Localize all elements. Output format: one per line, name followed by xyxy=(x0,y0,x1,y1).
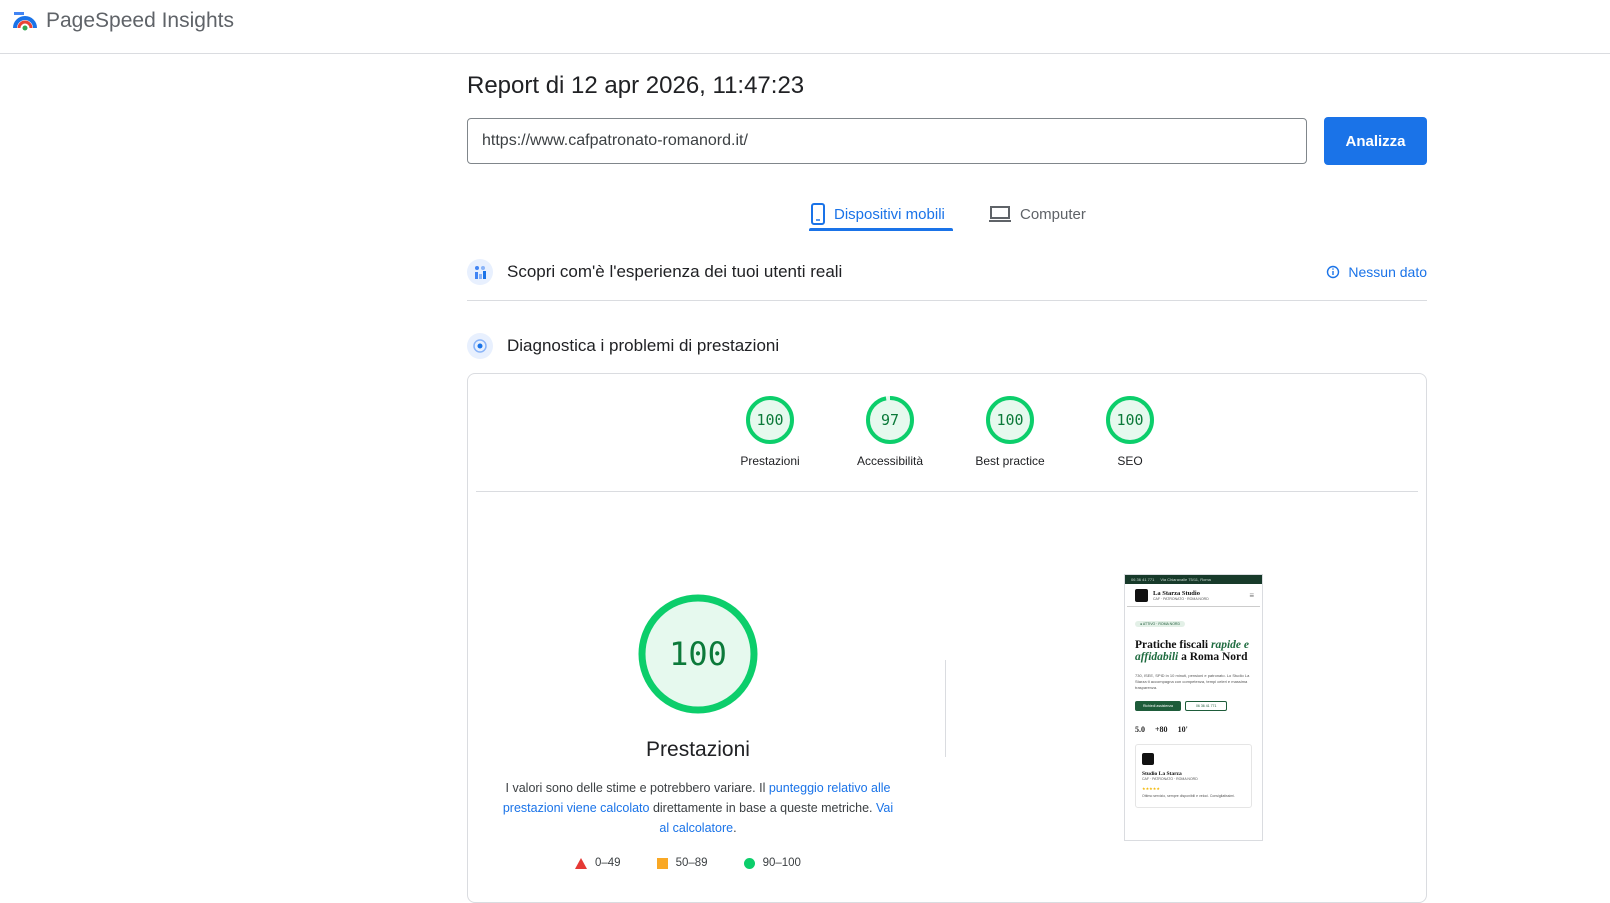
laptop-icon xyxy=(989,206,1011,222)
score-value: 100 xyxy=(756,411,784,429)
preview-brand: La Starza Studio xyxy=(1153,590,1200,597)
field-data-title: Scopri com'è l'esperienza dei tuoi utent… xyxy=(507,262,843,281)
preview-pill: ● ATTIVO · ROMA NORD xyxy=(1135,621,1185,627)
preview-address: Via Chiaravalle 75/11, Roma xyxy=(1160,577,1211,582)
preview-heading-part: a Roma Nord xyxy=(1178,651,1248,663)
score-legend: 0–49 50–89 90–100 xyxy=(575,857,837,869)
performance-score: 100 xyxy=(669,635,727,673)
score-gauge-best-practices[interactable]: 100 Best practice xyxy=(950,395,1070,468)
preview-stat: +80 xyxy=(1155,725,1168,734)
card-divider xyxy=(476,491,1418,492)
diagnostics-title: Diagnostica i problemi di prestazioni xyxy=(507,336,780,355)
score-gauges: 100 Prestazioni 97 Accessibilità 100 Bes… xyxy=(710,395,1190,468)
preview-stat: 10' xyxy=(1177,725,1188,734)
preview-stats: 5.0 +80 10' xyxy=(1135,725,1262,734)
tab-mobile[interactable]: Dispositivi mobili xyxy=(810,196,945,232)
preview-topbar: 06 36 41 771 Via Chiaravalle 75/11, Roma xyxy=(1125,575,1262,584)
preview-card-sub: CAF · PATRONATO · ROMA NORD xyxy=(1142,777,1198,781)
diagnostics-section: Diagnostica i problemi di prestazioni xyxy=(467,333,1427,359)
preview-primary-button: Richiedi assistenza xyxy=(1135,701,1181,711)
score-value: 100 xyxy=(1116,411,1144,429)
circle-icon xyxy=(743,857,755,869)
field-data-section: Scopri com'è l'esperienza dei tuoi utent… xyxy=(467,259,1427,285)
lighthouse-icon xyxy=(467,333,493,359)
legend-item-fail: 0–49 xyxy=(575,857,621,869)
desc-text: I valori sono delle stime e potrebbero v… xyxy=(505,781,769,795)
score-gauge-accessibility[interactable]: 97 Accessibilità xyxy=(830,395,950,468)
active-tab-indicator xyxy=(809,228,953,231)
tab-mobile-label: Dispositivi mobili xyxy=(834,205,945,223)
preview-stat: 5.0 xyxy=(1135,725,1145,734)
performance-label: Prestazioni xyxy=(646,738,750,761)
final-screenshot[interactable]: 06 36 41 771 Via Chiaravalle 75/11, Roma… xyxy=(1124,574,1263,841)
vertical-divider xyxy=(945,660,946,757)
tab-desktop[interactable]: Computer xyxy=(988,196,1086,232)
no-data-label: Nessun dato xyxy=(1348,264,1427,280)
triangle-icon xyxy=(575,857,587,869)
legend-item-pass: 90–100 xyxy=(743,857,801,869)
legend-item-average: 50–89 xyxy=(656,857,708,869)
preview-header: La Starza Studio CAF · PATRONATO · ROMA … xyxy=(1127,584,1260,607)
score-label: Best practice xyxy=(975,454,1045,468)
report-title: Report di 12 apr 2026, 11:47:23 xyxy=(467,72,805,99)
preview-brand-sub: CAF · PATRONATO · ROMA NORD xyxy=(1153,597,1209,601)
analyze-button[interactable]: Analizza xyxy=(1324,117,1427,165)
preview-paragraph: 730, ISEE, SPID in 10 minuti, pensioni e… xyxy=(1135,673,1250,690)
url-input[interactable] xyxy=(467,118,1307,164)
square-icon xyxy=(656,857,668,869)
preview-heading-part: Pratiche fiscali xyxy=(1135,639,1212,651)
score-label: Accessibilità xyxy=(856,454,924,468)
score-value: 100 xyxy=(996,411,1024,429)
app-title[interactable]: PageSpeed Insights xyxy=(46,9,234,33)
preview-buttons: Richiedi assistenza 06 36 41 771 xyxy=(1135,701,1262,711)
desc-text: direttamente in base a queste metriche. xyxy=(649,801,876,815)
section-divider xyxy=(467,300,1427,301)
legend-label: 50–89 xyxy=(675,857,708,869)
preview-card-logo-icon xyxy=(1142,753,1154,765)
preview-card: Studio La Starza CAF · PATRONATO · ROMA … xyxy=(1135,744,1252,808)
tab-desktop-label: Computer xyxy=(1020,205,1086,223)
score-label: Prestazioni xyxy=(740,454,800,468)
legend-label: 90–100 xyxy=(762,857,801,869)
preview-stars: ★★★★★ xyxy=(1142,786,1160,791)
performance-description: I valori sono delle stime e potrebbero v… xyxy=(500,778,896,838)
pagespeed-logo-icon[interactable] xyxy=(12,8,38,34)
preview-phone: 06 36 41 771 xyxy=(1131,577,1155,582)
legend-label: 0–49 xyxy=(595,857,621,869)
users-chart-icon xyxy=(467,259,493,285)
score-gauge-seo[interactable]: 100 SEO xyxy=(1070,395,1190,468)
info-icon xyxy=(1327,265,1340,279)
preview-secondary-button: 06 36 41 771 xyxy=(1184,701,1228,711)
no-data-link[interactable]: Nessun dato xyxy=(1326,264,1427,280)
score-label: SEO xyxy=(1117,454,1143,468)
app-header: PageSpeed Insights xyxy=(0,0,1610,54)
desc-text: . xyxy=(733,821,737,835)
score-value: 97 xyxy=(880,411,900,429)
preview-heading: Pratiche fiscali rapide e affidabili a R… xyxy=(1135,639,1254,663)
hamburger-icon: ≡ xyxy=(1249,591,1254,600)
preview-logo-icon xyxy=(1135,589,1148,602)
score-gauge-performance[interactable]: 100 Prestazioni xyxy=(710,395,830,468)
smartphone-icon xyxy=(811,203,825,225)
preview-quote: Ottimo servizio, sempre disponibili e ve… xyxy=(1142,794,1235,798)
